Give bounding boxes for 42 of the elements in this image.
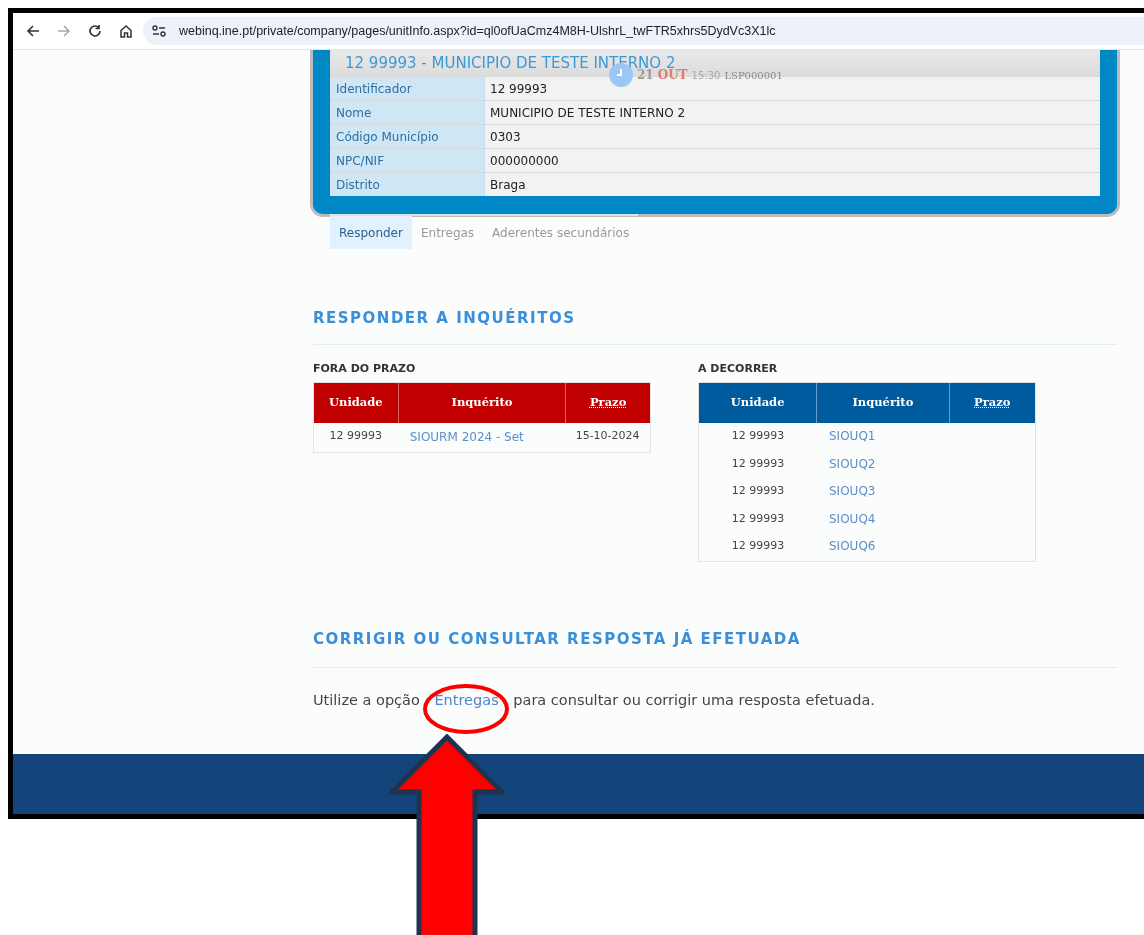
field-value: Braga — [485, 173, 1100, 196]
back-icon[interactable] — [26, 24, 40, 38]
column-header: Inquérito — [816, 382, 949, 423]
survey-link[interactable]: SIOUQ1 — [817, 427, 950, 446]
survey-link[interactable]: SIOUQ2 — [817, 454, 950, 473]
field-label: Identificador — [330, 77, 485, 100]
column-header[interactable]: Prazo — [948, 382, 1035, 423]
table-cell-text: 12 99993 — [730, 483, 786, 499]
survey-link[interactable]: SIOUQ4 — [817, 509, 950, 528]
section-heading: CORRIGIR OU CONSULTAR RESPOSTA JÁ EFETUADA — [313, 628, 802, 650]
table-cell-text: 12 99993 — [730, 510, 786, 527]
reload-icon[interactable] — [88, 24, 102, 38]
column-header[interactable]: Prazo — [565, 382, 650, 423]
survey-link[interactable]: SIOURM 2024 - Set — [397, 427, 566, 446]
home-icon[interactable] — [119, 24, 133, 38]
table-cell-text: 15-10-2024 — [574, 428, 641, 445]
table-title: FORA DO PRAZO — [313, 362, 417, 375]
section-heading: RESPONDER A INQUÉRITOS — [313, 307, 577, 329]
survey-link[interactable]: SIOUQ6 — [817, 537, 950, 556]
table-cell-text: 12 99993 — [328, 428, 384, 445]
survey-link[interactable]: SIOUQ3 — [817, 482, 950, 501]
table-cell-text: 12 99993 — [730, 538, 786, 554]
site-info-icon[interactable] — [151, 24, 167, 38]
tab[interactable]: Responder — [330, 216, 412, 249]
column-header: Unidade — [729, 393, 786, 411]
table-cell-text: 12 99993 — [730, 428, 786, 444]
table-cell-text: 12 99993 — [730, 455, 786, 472]
field-value: 000000000 — [485, 149, 1100, 172]
tab[interactable]: Aderentes secundários — [483, 216, 639, 249]
address-bar[interactable]: webinq.ine.pt/private/company/pages/unitInfo.aspx?id=ql0ofUaCmz4M8H-UlshrL_twFTR5xhrs5DydVc3X1lc — [143, 17, 1144, 45]
field-label: Nome — [330, 101, 485, 124]
column-header: Unidade — [328, 393, 384, 411]
field-label: Código Município — [330, 125, 485, 148]
field-value: MUNICIPIO DE TESTE INTERNO 2 — [485, 101, 1100, 124]
field-value: 0303 — [485, 125, 1100, 148]
url-text: webinq.ine.pt/private/company/pages/unitInfo.aspx?id=ql0ofUaCmz4M8H-UlshrL_twFTR5xhrs5DydVc3X1lc — [179, 22, 776, 40]
instruction-text: Utilize a opção Entregas para consultar ou corrigir uma resposta efetuada. — [313, 690, 876, 710]
field-label: NPC/NIF — [330, 149, 485, 172]
column-header: Inquérito — [397, 382, 566, 423]
table-title: A DECORRER — [698, 362, 779, 375]
tab[interactable]: Entregas — [411, 216, 484, 249]
field-label: Distrito — [330, 173, 485, 196]
